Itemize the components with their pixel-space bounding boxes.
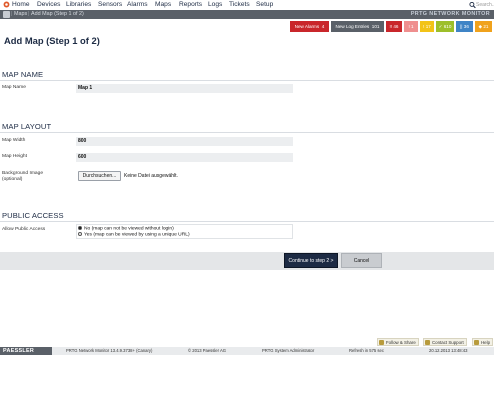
section-divider [0,221,494,222]
footer-datetime: 20.12.2013 13:48:43 [429,348,468,353]
breadcrumb-maps[interactable]: Maps [14,10,27,19]
map-height-value: 600 [78,154,87,160]
footer-refresh[interactable]: Refresh in 575 sec [349,347,384,355]
search-icon[interactable] [469,1,476,9]
nav-tickets[interactable]: Tickets [229,0,250,10]
product-brand: PRTG NETWORK MONITOR [410,11,490,17]
nav-devices[interactable]: Devices [37,0,60,10]
section-title-map-layout: MAP LAYOUT [2,122,52,131]
prtg-logo-icon[interactable] [3,1,10,8]
browse-file-button[interactable]: Durchsuchen... [78,171,121,181]
paessler-logo[interactable]: PAESSLER [0,347,52,355]
badge-count: 610 [443,24,452,29]
warning-icon: ! [408,24,410,29]
help-icon [474,339,479,345]
new-alarms-badge[interactable]: New Alarms 4 [290,21,329,32]
form-action-bar [0,252,494,270]
badge-label: New Alarms [294,24,320,29]
home-icon[interactable] [3,11,10,18]
section-divider [0,132,494,133]
public-access-radio-group: No (map can not be viewed without login)… [76,224,293,239]
badge-count: 21 [483,24,489,29]
background-image-optional-label: (optional) [2,177,23,182]
follow-share-link[interactable]: Follow & Share [377,338,419,346]
ok-icon: ✓ [438,24,443,29]
down-ack-badge[interactable]: ! 1 [404,21,418,32]
search-input[interactable]: Search... [476,1,494,9]
section-title-public-access: PUBLIC ACCESS [2,211,64,220]
breadcrumb-separator: | [28,11,30,17]
new-log-entries-badge[interactable]: New Log Entries 101 [331,21,384,32]
warning-sensors-badge[interactable]: ! 17 [420,21,434,32]
allow-public-access-label: Allow Public Access [2,227,46,232]
badge-count: 1 [411,24,414,29]
radio-selected-icon[interactable] [78,226,82,230]
map-name-value: Map 1 [78,85,93,91]
up-sensors-badge[interactable]: ✓ 610 [436,21,454,32]
help-link-label: Contact Support [432,340,464,345]
mail-icon [425,339,430,345]
share-icon [379,339,384,345]
map-width-label: Map Width [2,138,26,143]
map-height-label: Map Height [2,154,28,159]
no-file-selected-text: Keine Datei ausgewählt. [124,173,178,179]
nav-maps[interactable]: Maps [155,0,171,10]
badge-count: 101 [371,24,380,29]
badge-count: 4 [321,24,325,29]
cancel-button[interactable]: Cancel [341,253,382,268]
footer-version: PRTG Network Monitor 13.4.9.3738+ (Canar… [66,348,153,353]
nav-reports[interactable]: Reports [179,0,202,10]
nav-sensors[interactable]: Sensors [98,0,122,10]
continue-button[interactable]: Continue to step 2 > [284,253,338,268]
badge-count: 46 [393,24,399,29]
badge-label: New Log Entries [335,24,370,29]
nav-home[interactable]: Home [12,0,30,10]
help-link-label: Help [481,340,491,345]
badge-count: 17 [425,24,431,29]
badge-count: 36 [463,24,469,29]
nav-libraries[interactable]: Libraries [66,0,91,10]
down-sensors-badge[interactable]: !! 46 [386,21,402,32]
help-link-label: Follow & Share [386,340,416,345]
radio-option-yes[interactable]: Yes (map can be viewed by using a unique… [78,232,190,239]
breadcrumb-current: Add Map (Step 1 of 2) [31,11,84,17]
breadcrumb-separator: | [11,11,13,17]
footer-copyright: © 2013 Paessler AG [188,348,227,353]
contact-support-link[interactable]: Contact Support [423,338,467,346]
radio-unselected-icon[interactable] [78,232,82,236]
breadcrumb: | Maps | Add Map (Step 1 of 2) PRTG NETW… [0,10,494,19]
radio-option-label: Yes (map can be viewed by using a unique… [84,232,190,238]
nav-setup[interactable]: Setup [256,0,273,10]
unusual-icon: ◆ [478,24,483,29]
help-link[interactable]: Help [472,338,494,346]
error-icon: !! [389,24,393,29]
warning-icon: ! [423,24,425,29]
paused-icon: || [460,24,463,29]
page-title: Add Map (Step 1 of 2) [4,35,100,46]
map-name-field[interactable]: Map 1 [76,84,293,93]
radio-option-label: No (map can not be viewed without login) [84,226,174,232]
map-width-field[interactable]: 800 [76,137,293,146]
map-height-field[interactable]: 600 [76,153,293,162]
nav-logs[interactable]: Logs [208,0,222,10]
top-navigation: Home Devices Libraries Sensors Alarms Ma… [0,0,494,10]
unusual-sensors-badge[interactable]: ◆ 21 [475,21,492,32]
section-divider [0,80,494,81]
nav-alarms[interactable]: Alarms [127,0,148,10]
paused-sensors-badge[interactable]: || 36 [456,21,473,32]
map-width-value: 800 [78,138,87,144]
footer-user[interactable]: PRTG System Administrator [262,347,314,355]
map-name-label: Map Name [2,85,26,90]
section-title-map-name: MAP NAME [2,70,44,79]
